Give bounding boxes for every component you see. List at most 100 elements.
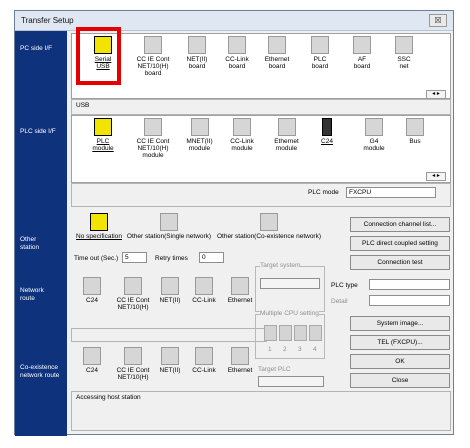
c24-option[interactable]: C24 xyxy=(310,118,344,145)
cpu-4-label: 4 xyxy=(313,346,317,353)
module-icon xyxy=(190,118,209,136)
module-icon xyxy=(406,118,424,136)
other-station-label: Other station xyxy=(20,236,40,251)
plc-module-icon xyxy=(94,118,112,136)
target-system-dropdown[interactable] xyxy=(260,278,320,289)
connection-channel-list-button[interactable]: Connection channel list... xyxy=(350,217,450,232)
other-station-coexistence-option[interactable]: Other station(Co-existence network) xyxy=(213,213,325,240)
close-button[interactable]: Close xyxy=(350,373,450,388)
cc-ie-module-option[interactable]: CC IE Cont NET/10(H) module xyxy=(129,118,177,159)
coexistence-route-label: Co-existence network route xyxy=(20,364,60,379)
network-icon xyxy=(161,277,179,295)
mnet-module-option[interactable]: MNET(II) module xyxy=(177,118,222,152)
board-icon xyxy=(353,36,371,54)
plc-type-field[interactable] xyxy=(369,279,450,290)
target-system-group: Target system xyxy=(255,262,325,312)
network-icon xyxy=(231,347,249,365)
coexist-netii-option[interactable]: NET(II) xyxy=(155,347,185,374)
plc-side-if-label: PLC side I/F xyxy=(20,128,56,135)
board-icon xyxy=(188,36,206,54)
connection-test-button[interactable]: Connection test xyxy=(350,255,450,270)
network-c24-option[interactable]: C24 xyxy=(77,277,107,304)
network-icon xyxy=(83,347,101,365)
network-icon xyxy=(83,277,101,295)
module-icon xyxy=(365,118,383,136)
cpu-1-button[interactable] xyxy=(264,325,277,341)
sidebar: PC side I/F PLC side I/F Other station N… xyxy=(15,31,67,436)
cpu-2-label: 2 xyxy=(283,346,287,353)
af-board-option[interactable]: AF board xyxy=(342,36,382,70)
tel-fxcpu-button[interactable]: TEL (FXCPU)... xyxy=(350,335,450,350)
coexist-c24-option[interactable]: C24 xyxy=(77,347,107,374)
multiple-cpu-group: Multiple CPU setting 1 2 3 4 xyxy=(255,310,325,359)
cpu-3-button[interactable] xyxy=(294,325,307,341)
target-plc-label: Target PLC xyxy=(258,366,291,373)
plc-type-label: PLC type xyxy=(331,282,358,289)
multiple-cpu-label: Multiple CPU setting xyxy=(260,310,319,317)
detail-field[interactable] xyxy=(369,295,450,306)
module-icon xyxy=(144,118,162,136)
cpu-1-label: 1 xyxy=(268,346,272,353)
board-icon xyxy=(268,36,286,54)
module-icon xyxy=(233,118,251,136)
pc-side-if-label: PC side I/F xyxy=(20,45,53,52)
retry-label: Retry times xyxy=(155,255,188,262)
ok-button[interactable]: OK xyxy=(350,354,450,369)
plc-mode-label: PLC mode xyxy=(308,189,339,196)
plc-mode-bar: PLC mode FXCPU xyxy=(71,183,451,207)
system-image-button[interactable]: System image... xyxy=(350,316,450,331)
coexist-ethernet-option[interactable]: Ethernet xyxy=(223,347,257,374)
cc-link-board-option[interactable]: CC-Link board xyxy=(217,36,257,70)
station-icon xyxy=(160,213,178,231)
ethernet-board-option[interactable]: Ethernet board xyxy=(257,36,297,70)
plc-side-panel: PLC module CC IE Cont NET/10(H) module M… xyxy=(71,115,451,183)
plc-side-scroll[interactable]: ◂ ▸ xyxy=(426,172,446,181)
close-window-icon[interactable]: ☒ xyxy=(429,14,447,27)
network-icon xyxy=(161,347,179,365)
ssc-net-option[interactable]: SSC net xyxy=(384,36,424,70)
station-icon xyxy=(90,213,108,231)
network-icon xyxy=(124,347,142,365)
ethernet-module-option[interactable]: Ethernet module xyxy=(264,118,309,152)
plc-mode-field[interactable]: FXCPU xyxy=(346,187,436,198)
cc-link-module-option[interactable]: CC-Link module xyxy=(222,118,262,152)
network-netii-option[interactable]: NET(II) xyxy=(155,277,185,304)
board-icon xyxy=(144,36,162,54)
c24-module-icon xyxy=(322,118,332,136)
no-specification-option[interactable]: No specification xyxy=(73,213,125,240)
other-station-single-option[interactable]: Other station(Single network) xyxy=(125,213,213,240)
network-icon xyxy=(195,277,213,295)
pc-side-scroll[interactable]: ◂ ▸ xyxy=(426,90,446,99)
bus-option[interactable]: Bus xyxy=(397,118,433,145)
network-route-label: Network route xyxy=(20,287,44,302)
board-icon xyxy=(228,36,246,54)
g4-module-option[interactable]: G4 module xyxy=(354,118,394,152)
pc-selected-bar: USB xyxy=(71,99,451,115)
network-icon xyxy=(195,347,213,365)
plc-module-option[interactable]: PLC module xyxy=(82,118,124,152)
coexist-cc-link-option[interactable]: CC-Link xyxy=(187,347,221,374)
board-icon xyxy=(311,36,329,54)
network-cc-link-option[interactable]: CC-Link xyxy=(187,277,221,304)
selection-highlight xyxy=(76,27,121,85)
cpu-2-button[interactable] xyxy=(279,325,292,341)
network-cc-ie-option[interactable]: CC IE Cont NET/10(H) xyxy=(111,277,155,311)
module-icon xyxy=(277,118,296,136)
board-icon xyxy=(395,36,413,54)
plc-board-option[interactable]: PLC board xyxy=(300,36,340,70)
retry-field[interactable]: 0 xyxy=(199,252,224,263)
coexist-cc-ie-option[interactable]: CC IE Cont NET/10(H) xyxy=(111,347,155,381)
pc-side-panel: Serial USB CC IE Cont NET/10(H) board NE… xyxy=(71,33,451,99)
target-plc-field[interactable] xyxy=(258,376,324,387)
cpu-3-label: 3 xyxy=(298,346,302,353)
network-route-bar xyxy=(71,328,267,342)
timeout-field[interactable]: 5 xyxy=(122,252,147,263)
netii-board-option[interactable]: NET(II) board xyxy=(177,36,217,70)
network-ethernet-option[interactable]: Ethernet xyxy=(223,277,257,304)
network-icon xyxy=(231,277,249,295)
station-icon xyxy=(260,213,278,231)
cpu-4-button[interactable] xyxy=(309,325,322,341)
status-bar: Accessing host station xyxy=(71,391,451,431)
plc-direct-coupled-button[interactable]: PLC direct coupled setting xyxy=(350,236,450,251)
cc-ie-board-option[interactable]: CC IE Cont NET/10(H) board xyxy=(129,36,177,77)
